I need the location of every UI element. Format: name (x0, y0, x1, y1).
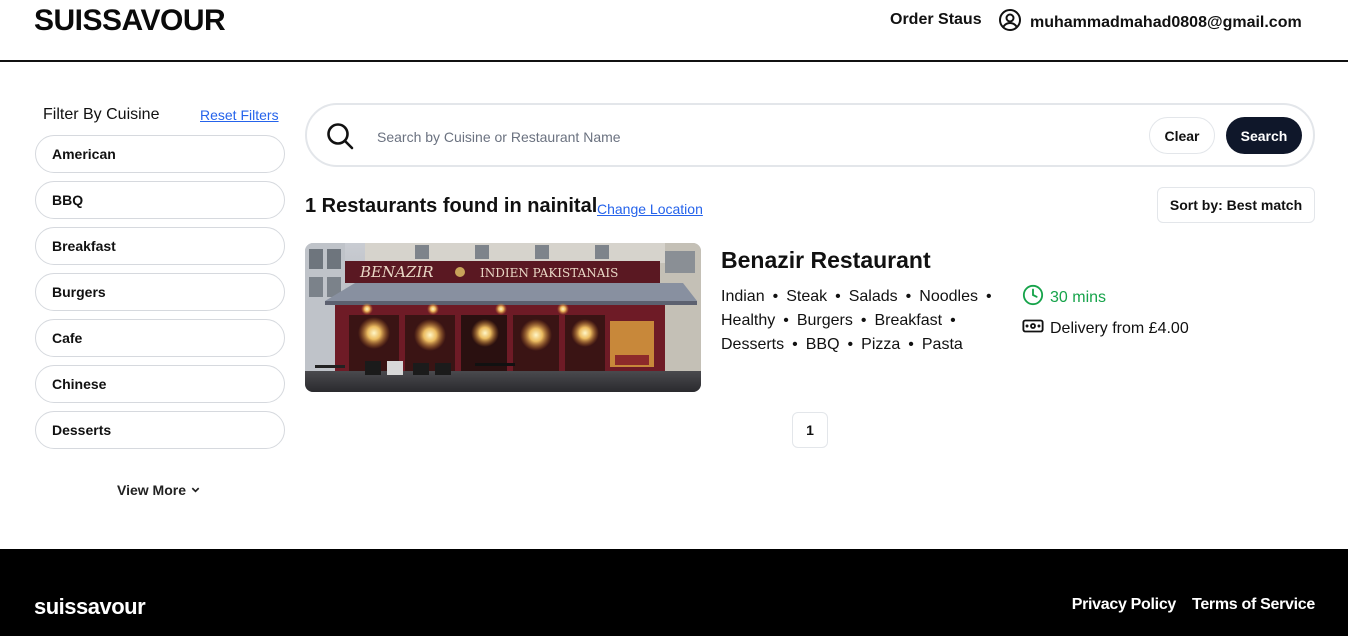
clear-button[interactable]: Clear (1149, 117, 1215, 154)
delivery-fee-label: Delivery from £4.00 (1050, 319, 1189, 337)
restaurant-name[interactable]: Benazir Restaurant (721, 247, 931, 274)
cuisine-filter-cafe[interactable]: Cafe (35, 319, 285, 357)
banknote-icon (1022, 318, 1044, 339)
restaurant-sign-main: BENAZIR (359, 263, 434, 281)
cuisine-filter-breakfast[interactable]: Breakfast (35, 227, 285, 265)
delivery-time-label: 30 mins (1050, 288, 1107, 306)
footer: suissavour Privacy Policy Terms of Servi… (0, 549, 1348, 636)
view-more-label: View More (117, 482, 186, 498)
cuisine-tag: Pasta (921, 336, 963, 353)
cuisine-filter-burgers[interactable]: Burgers (35, 273, 285, 311)
top-header: SUISSAVOUR Order Staus muhammadmahad0808… (0, 0, 1348, 62)
restaurant-sign-sub: INDIEN PAKISTANAIS (480, 266, 618, 280)
cuisine-tag: Healthy (721, 312, 776, 329)
cuisine-tag: BBQ (805, 336, 840, 353)
cuisine-filter-chinese[interactable]: Chinese (35, 365, 285, 403)
cuisine-tag: Indian (721, 288, 765, 305)
chevron-down-icon (190, 482, 201, 498)
cuisine-tag: Steak (786, 288, 828, 305)
brand-logo[interactable]: SUISSAVOUR (34, 4, 226, 38)
search-icon (325, 121, 355, 156)
user-account[interactable]: muhammadmahad0808@gmail.com (998, 8, 1302, 37)
restaurant-image[interactable]: BENAZIR INDIEN PAKISTANAIS (305, 243, 701, 392)
cuisine-tag: Pizza (861, 336, 901, 353)
search-bar: Clear Search (305, 103, 1315, 167)
reset-filters-link[interactable]: Reset Filters (200, 107, 279, 123)
privacy-policy-link[interactable]: Privacy Policy (1072, 596, 1177, 614)
results-count: 1 Restaurants found in nainital (305, 195, 598, 217)
delivery-fee: Delivery from £4.00 (1022, 318, 1189, 339)
cuisine-filter-bbq[interactable]: BBQ (35, 181, 285, 219)
footer-brand[interactable]: suissavour (34, 594, 146, 620)
cuisine-tag: Breakfast (874, 312, 943, 329)
cuisine-tag: Burgers (796, 312, 853, 329)
cuisine-filter-list: American BBQ Breakfast Burgers Cafe Chin… (35, 135, 285, 457)
search-input[interactable] (377, 125, 1137, 149)
view-more-button[interactable]: View More (117, 482, 201, 498)
footer-links: Privacy Policy Terms of Service (1072, 596, 1316, 614)
cuisine-filter-desserts[interactable]: Desserts (35, 411, 285, 449)
cuisine-tag: Noodles (919, 288, 978, 305)
user-circle-icon (998, 8, 1022, 37)
restaurant-cuisines: Indian • Steak • Salads • Noodles • Healthy • Bur… (721, 288, 992, 353)
page-1-button[interactable]: 1 (792, 412, 828, 448)
cuisine-tag: Desserts (721, 336, 785, 353)
sort-dropdown[interactable]: Sort by: Best match (1157, 187, 1315, 223)
filter-title: Filter By Cuisine (43, 106, 160, 123)
search-button[interactable]: Search (1226, 117, 1302, 154)
order-status-link[interactable]: Order Staus (890, 11, 982, 29)
user-email: muhammadmahad0808@gmail.com (1030, 13, 1302, 31)
delivery-time: 30 mins (1022, 284, 1106, 311)
cuisine-filter-american[interactable]: American (35, 135, 285, 173)
change-location-link[interactable]: Change Location (597, 201, 703, 217)
cuisine-tag: Salads (848, 288, 898, 305)
clock-icon (1022, 284, 1044, 311)
terms-of-service-link[interactable]: Terms of Service (1192, 596, 1315, 614)
